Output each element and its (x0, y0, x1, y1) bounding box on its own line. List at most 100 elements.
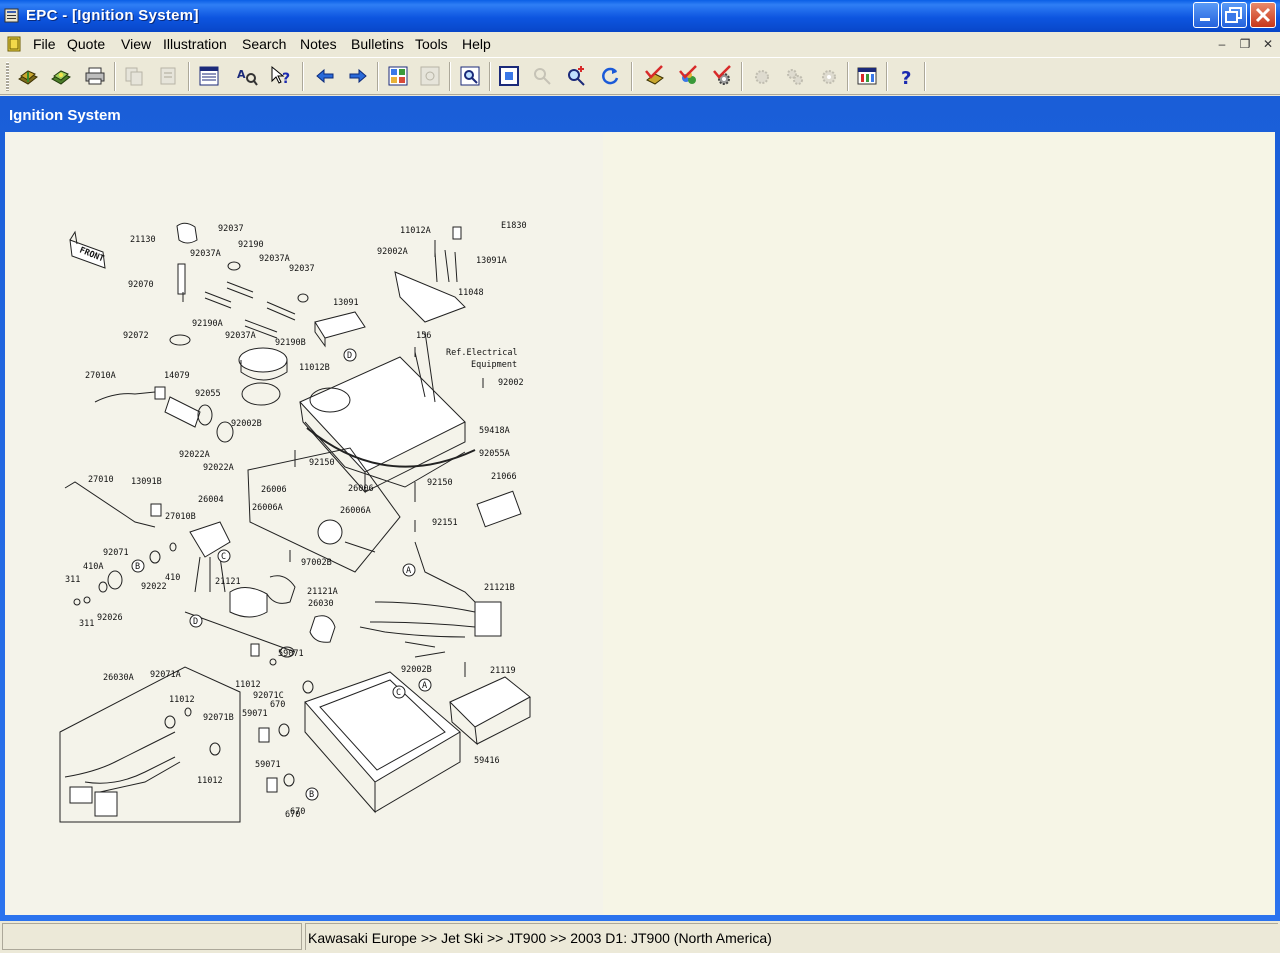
part-label[interactable]: 11012B (299, 363, 330, 373)
paste-page-button[interactable] (155, 63, 181, 89)
copy-page-button[interactable] (121, 63, 147, 89)
part-label[interactable]: 92072 (123, 331, 149, 341)
part-label[interactable]: 92037A (190, 249, 221, 259)
check-gear-button[interactable] (710, 63, 736, 89)
part-label[interactable]: 92002B (401, 665, 432, 675)
part-label[interactable]: 14079 (164, 371, 190, 381)
part-label[interactable]: 11012 (169, 695, 195, 705)
part-label[interactable]: 26006A (252, 503, 283, 513)
part-label[interactable]: 26004 (198, 495, 224, 505)
part-label[interactable]: 13091 (333, 298, 359, 308)
part-label[interactable]: 13091A (476, 256, 507, 266)
part-label[interactable]: 92070 (128, 280, 154, 290)
context-help-button[interactable]: ? (268, 63, 294, 89)
search-text-button[interactable]: A (234, 63, 260, 89)
fit-button[interactable] (496, 63, 522, 89)
part-label[interactable]: 11048 (458, 288, 484, 298)
mdi-close-button[interactable]: ✕ (1260, 37, 1276, 51)
parts-pane[interactable] (603, 132, 1275, 915)
part-label[interactable]: 92022 (141, 582, 167, 592)
part-label[interactable]: 27010 (88, 475, 114, 485)
part-label[interactable]: 27010A (85, 371, 116, 381)
part-label[interactable]: 670 (270, 700, 285, 710)
part-label[interactable]: 92071 (103, 548, 129, 558)
part-label[interactable]: 21130 (130, 235, 156, 245)
menu-help[interactable]: Help (462, 36, 491, 52)
part-label[interactable]: 92002 (498, 378, 524, 388)
open-book-button[interactable] (15, 63, 41, 89)
part-label[interactable]: 11012 (235, 680, 261, 690)
part-label[interactable]: 59418A (479, 426, 510, 436)
part-label[interactable]: 92190B (275, 338, 306, 348)
menu-notes[interactable]: Notes (300, 36, 337, 52)
part-label[interactable]: 26006A (340, 506, 371, 516)
menu-tools[interactable]: Tools (415, 36, 448, 52)
forward-button[interactable] (345, 63, 371, 89)
part-label[interactable]: 11012A (400, 226, 431, 236)
catalog-button[interactable] (48, 63, 74, 89)
thumbnails-button[interactable] (385, 63, 411, 89)
part-label[interactable]: 27010B (165, 512, 196, 522)
part-label[interactable]: 156 (416, 331, 431, 341)
part-label[interactable]: 92037 (218, 224, 244, 234)
menu-illustration[interactable]: Illustration (163, 36, 227, 52)
part-label[interactable]: 21066 (491, 472, 517, 482)
back-button[interactable] (312, 63, 338, 89)
part-label[interactable]: 59071 (278, 649, 304, 659)
part-label[interactable]: 21121B (484, 583, 515, 593)
part-label[interactable]: 26030 (308, 599, 334, 609)
part-label[interactable]: 410A (83, 562, 103, 572)
gear-disabled-1-button[interactable] (749, 63, 775, 89)
part-label[interactable]: 410 (165, 573, 180, 583)
part-label[interactable]: 59071 (255, 760, 281, 770)
menu-quote[interactable]: Quote (67, 36, 105, 52)
part-label[interactable]: 92037 (289, 264, 315, 274)
part-label[interactable]: 92022A (203, 463, 234, 473)
close-button[interactable] (1250, 2, 1276, 28)
part-label[interactable]: 92071B (203, 713, 234, 723)
gear-disabled-2-button[interactable] (782, 63, 808, 89)
part-label[interactable]: 92190A (192, 319, 223, 329)
zoom-page-button[interactable] (457, 63, 483, 89)
part-label[interactable]: 92037A (259, 254, 290, 264)
part-label[interactable]: 92026 (97, 613, 123, 623)
part-label[interactable]: 92002A (377, 247, 408, 257)
part-label[interactable]: 26006 (348, 484, 374, 494)
part-label[interactable]: 92150 (427, 478, 453, 488)
part-label[interactable]: 92022A (179, 450, 210, 460)
part-label[interactable]: 59071 (242, 709, 268, 719)
document-icon[interactable] (6, 36, 22, 52)
menu-view[interactable]: View (121, 36, 151, 52)
part-label[interactable]: 92151 (432, 518, 458, 528)
zoom-in-button[interactable] (563, 63, 589, 89)
toolbar-grip[interactable] (6, 62, 9, 91)
mdi-minimize-button[interactable]: – (1214, 37, 1230, 51)
part-label[interactable]: 97002B (301, 558, 332, 568)
part-label[interactable]: 11012 (197, 776, 223, 786)
menu-bulletins[interactable]: Bulletins (351, 36, 404, 52)
parts-list-button[interactable] (196, 63, 222, 89)
part-label[interactable]: 92037A (225, 331, 256, 341)
minimize-button[interactable] (1193, 2, 1219, 28)
part-label[interactable]: 311 (65, 575, 80, 585)
part-label[interactable]: 92071A (150, 670, 181, 680)
refresh-button[interactable] (597, 63, 623, 89)
settings-button[interactable] (854, 63, 880, 89)
part-label[interactable]: 13091B (131, 477, 162, 487)
part-label[interactable]: 92150 (309, 458, 335, 468)
part-label[interactable]: 26030A (103, 673, 134, 683)
part-label[interactable]: 92055 (195, 389, 221, 399)
part-label[interactable]: 26006 (261, 485, 287, 495)
part-label[interactable]: 92190 (238, 240, 264, 250)
part-label[interactable]: 59416 (474, 756, 500, 766)
image-button[interactable] (417, 63, 443, 89)
help-button[interactable]: ? (894, 63, 920, 89)
mdi-restore-button[interactable]: ❐ (1237, 37, 1253, 51)
menu-search[interactable]: Search (242, 36, 286, 52)
part-label[interactable]: 311 (79, 619, 94, 629)
maximize-button[interactable] (1221, 2, 1247, 28)
part-label[interactable]: 21119 (490, 666, 516, 676)
part-label[interactable]: 92055A (479, 449, 510, 459)
part-label[interactable]: 21121 (215, 577, 241, 587)
check-quote-button[interactable] (642, 63, 668, 89)
